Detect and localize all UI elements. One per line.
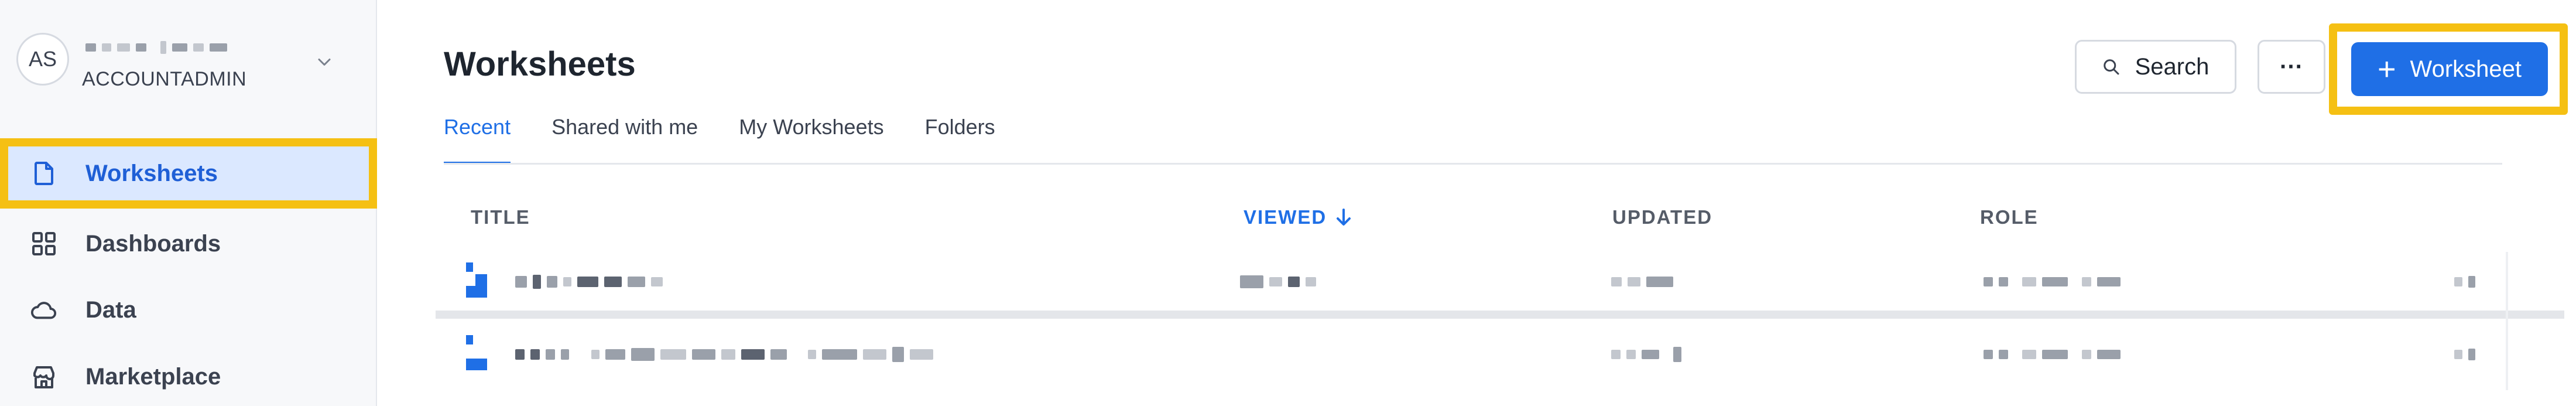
search-button[interactable]: Search [2075, 40, 2236, 94]
avatar-initials: AS [28, 47, 57, 71]
column-header-role[interactable]: ROLE [1980, 206, 2039, 228]
viewed-redacted [1240, 273, 1316, 291]
title-redacted [515, 346, 933, 363]
arrow-down-icon [1337, 209, 1351, 226]
grid-icon [30, 230, 57, 257]
account-role: ACCOUNTADMIN [82, 68, 247, 90]
document-icon [30, 160, 57, 187]
sidebar-item-label: Worksheets [85, 160, 218, 186]
sidebar-item-label: Dashboards [85, 230, 221, 257]
highlight-box: + Worksheet [2329, 23, 2568, 115]
updated-redacted [1611, 346, 1681, 363]
sidebar-item-marketplace[interactable]: Marketplace [0, 347, 377, 406]
search-button-label: Search [2135, 53, 2210, 80]
sidebar: AS ACCOUNTADMIN Worksheets Dashboards Da… [0, 0, 377, 406]
cloud-icon [30, 296, 57, 323]
divider [444, 163, 2502, 165]
row-actions-redacted[interactable] [2454, 346, 2475, 363]
table-row[interactable] [438, 252, 2503, 316]
avatar[interactable]: AS [16, 33, 69, 86]
title-redacted [515, 273, 663, 291]
search-icon [2102, 58, 2120, 76]
sidebar-item-worksheets[interactable]: Worksheets [0, 138, 377, 209]
more-icon: ··· [2280, 53, 2303, 80]
worksheet-icon [466, 335, 487, 370]
new-worksheet-label: Worksheet [2410, 56, 2522, 82]
column-header-viewed-label: VIEWED [1244, 206, 1327, 228]
chevron-down-icon[interactable] [314, 52, 335, 73]
tab-recent[interactable]: Recent [444, 115, 511, 164]
plus-icon: + [2378, 52, 2396, 87]
column-header-updated[interactable]: UPDATED [1612, 206, 1712, 228]
store-icon [30, 363, 57, 390]
tab-my-worksheets[interactable]: My Worksheets [739, 115, 883, 164]
sidebar-item-label: Data [85, 296, 136, 323]
table-row[interactable] [438, 322, 2503, 387]
worksheet-icon [466, 262, 487, 298]
account-name-redacted [85, 41, 227, 54]
role-redacted [1984, 273, 2121, 291]
role-redacted [1984, 346, 2121, 363]
page-title: Worksheets [444, 45, 636, 83]
tab-folders[interactable]: Folders [925, 115, 995, 164]
updated-redacted [1611, 273, 1673, 291]
new-worksheet-button[interactable]: + Worksheet [2351, 42, 2548, 96]
column-header-viewed[interactable]: VIEWED [1244, 206, 1351, 228]
scroll-edge [2506, 252, 2508, 390]
sidebar-item-data[interactable]: Data [0, 281, 377, 339]
column-header-title[interactable]: TITLE [471, 206, 530, 228]
sidebar-item-dashboards[interactable]: Dashboards [0, 214, 377, 273]
tab-shared-with-me[interactable]: Shared with me [551, 115, 698, 164]
tab-bar: Recent Shared with me My Worksheets Fold… [444, 115, 1036, 164]
row-actions-redacted[interactable] [2454, 273, 2475, 291]
row-divider [436, 311, 2564, 319]
more-options-button[interactable]: ··· [2258, 40, 2325, 94]
sidebar-item-label: Marketplace [85, 363, 221, 390]
